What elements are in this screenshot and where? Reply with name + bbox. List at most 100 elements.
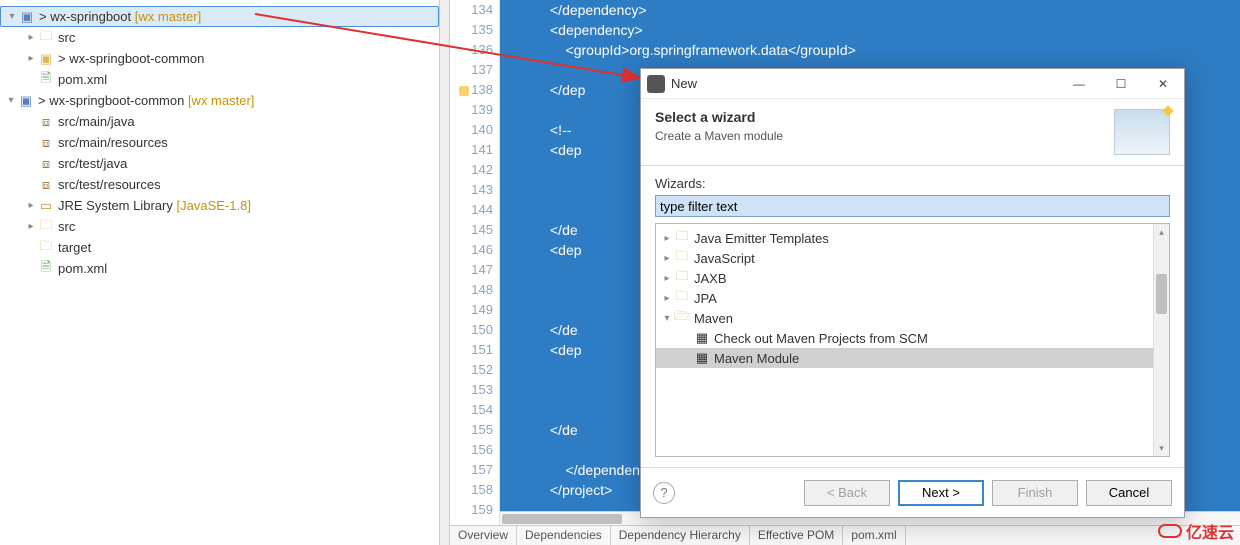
new-wizard-dialog: New — ☐ ✕ Select a wizard Create a Maven… — [640, 68, 1185, 518]
tree-item-label: src — [58, 30, 439, 45]
back-button[interactable]: < Back — [804, 480, 890, 506]
project-label: > wx-springboot-common [wx master] — [38, 93, 439, 108]
folder-icon: 🗀 — [38, 240, 54, 256]
folder-icon: 🗀 — [674, 290, 690, 306]
line-number-gutter: 134 135 136 137 138 139 140 141 142 143 … — [450, 0, 500, 525]
wizard-node-jet[interactable]: ▸🗀 Java Emitter Templates — [656, 228, 1169, 248]
package-icon: ⧈ — [38, 177, 54, 193]
project-node-wx-springboot[interactable]: ▾ ▣ > wx-springboot [wx master] — [0, 6, 439, 27]
scroll-up-icon[interactable]: ▴ — [1154, 224, 1169, 240]
file-pom-xml-1[interactable]: 🗎 pom.xml — [0, 69, 439, 90]
maximize-button[interactable]: ☐ — [1100, 69, 1142, 99]
folder-target[interactable]: 🗀 target — [0, 237, 439, 258]
file-pom-xml-2[interactable]: 🗎 pom.xml — [0, 258, 439, 279]
tab-pom-xml[interactable]: pom.xml — [843, 526, 905, 545]
wizard-node-label: JavaScript — [694, 251, 755, 266]
project-explorer[interactable]: ▾ ▣ > wx-springboot [wx master] ▸ 🗀 src … — [0, 0, 440, 545]
folder-src[interactable]: ▸ 🗀 src — [0, 27, 439, 48]
wizards-label: Wizards: — [655, 176, 1170, 191]
dialog-footer: ? < Back Next > Finish Cancel — [641, 467, 1184, 517]
help-button[interactable]: ? — [653, 482, 675, 504]
folder-icon: 🗀 — [674, 230, 690, 246]
wizard-node-jpa[interactable]: ▸🗀 JPA — [656, 288, 1169, 308]
source-folder-main-resources[interactable]: ⧈ src/main/resources — [0, 132, 439, 153]
cloud-icon — [1158, 524, 1182, 538]
close-button[interactable]: ✕ — [1142, 69, 1184, 99]
dialog-heading: Select a wizard — [655, 109, 1114, 125]
wizard-item-label: Check out Maven Projects from SCM — [714, 331, 928, 346]
chevron-down-icon[interactable]: ▾ — [4, 95, 18, 106]
source-folder-main-java[interactable]: ⧈ src/main/java — [0, 111, 439, 132]
wizard-node-label: JAXB — [694, 271, 727, 286]
project-node-wx-springboot-common[interactable]: ▾ ▣ > wx-springboot-common [wx master] — [0, 90, 439, 111]
chevron-right-icon[interactable]: ▸ — [660, 273, 674, 284]
watermark-text: 亿速云 — [1186, 519, 1234, 543]
tab-effective-pom[interactable]: Effective POM — [750, 526, 843, 545]
library-icon: ▭ — [38, 198, 54, 214]
chevron-right-icon[interactable]: ▸ — [24, 32, 38, 43]
eclipse-icon — [647, 75, 665, 93]
xml-file-icon: 🗎 — [38, 261, 54, 277]
module-icon: ▣ — [38, 51, 54, 67]
module-wx-springboot-common-ref[interactable]: ▸ ▣ > wx-springboot-common — [0, 48, 439, 69]
chevron-right-icon[interactable]: ▸ — [24, 221, 38, 232]
chevron-down-icon[interactable]: ▾ — [5, 11, 19, 22]
wizard-node-label: Java Emitter Templates — [694, 231, 829, 246]
chevron-right-icon[interactable]: ▸ — [660, 253, 674, 264]
project-label: > wx-springboot [wx master] — [39, 9, 438, 24]
chevron-right-icon[interactable]: ▸ — [660, 293, 674, 304]
dialog-titlebar[interactable]: New — ☐ ✕ — [641, 69, 1184, 99]
xml-file-icon: 🗎 — [38, 72, 54, 88]
wizard-node-label: Maven — [694, 311, 733, 326]
jre-system-library[interactable]: ▸ ▭ JRE System Library [JavaSE-1.8] — [0, 195, 439, 216]
wizard-item-maven-scm[interactable]: ▦ Check out Maven Projects from SCM — [656, 328, 1169, 348]
tree-item-label: pom.xml — [58, 261, 439, 276]
warning-marker-icon — [459, 86, 469, 96]
wizard-node-maven[interactable]: ▾🗁 Maven — [656, 308, 1169, 328]
scrollbar-thumb[interactable] — [1156, 274, 1167, 314]
wizard-tree[interactable]: ▸🗀Java Emitter Templates ▸🗀JavaScript ▸🗀… — [655, 223, 1170, 457]
vertical-scrollbar[interactable]: ▴ ▾ — [1153, 224, 1169, 456]
tree-item-label: JRE System Library [JavaSE-1.8] — [58, 198, 439, 213]
wizard-filter-input[interactable] — [655, 195, 1170, 217]
chevron-right-icon[interactable]: ▸ — [24, 53, 38, 64]
dialog-header: Select a wizard Create a Maven module — [641, 99, 1184, 166]
chevron-right-icon[interactable]: ▸ — [24, 200, 38, 211]
project-icon: ▣ — [19, 9, 35, 25]
folder-icon: 🗀 — [674, 270, 690, 286]
next-button[interactable]: Next > — [898, 480, 984, 506]
maven-icon: ▦ — [694, 330, 710, 346]
scroll-down-icon[interactable]: ▾ — [1154, 440, 1169, 456]
editor-bottom-tabs: Overview Dependencies Dependency Hierarc… — [450, 525, 1240, 545]
dialog-description: Create a Maven module — [655, 129, 1114, 143]
source-folder-test-java[interactable]: ⧈ src/test/java — [0, 153, 439, 174]
tree-item-label: src/main/java — [58, 114, 439, 129]
finish-button[interactable]: Finish — [992, 480, 1078, 506]
folder-icon: 🗀 — [674, 250, 690, 266]
wizard-node-jaxb[interactable]: ▸🗀 JAXB — [656, 268, 1169, 288]
package-icon: ⧈ — [38, 156, 54, 172]
wizard-node-label: JPA — [694, 291, 717, 306]
watermark-logo: 亿速云 — [1158, 519, 1234, 543]
wizard-node-javascript[interactable]: ▸🗀 JavaScript — [656, 248, 1169, 268]
package-icon: ⧈ — [38, 114, 54, 130]
folder-src-2[interactable]: ▸ 🗀 src — [0, 216, 439, 237]
maven-icon: ▦ — [694, 350, 710, 366]
chevron-right-icon[interactable]: ▸ — [660, 233, 674, 244]
folder-icon: 🗀 — [38, 30, 54, 46]
tree-item-label: src/test/resources — [58, 177, 439, 192]
project-icon: ▣ — [18, 93, 34, 109]
panel-divider[interactable] — [440, 0, 450, 545]
tab-dependencies[interactable]: Dependencies — [517, 526, 611, 545]
wizard-item-maven-module[interactable]: ▦Maven Module — [656, 348, 1169, 368]
folder-open-icon: 🗁 — [674, 310, 690, 326]
tab-overview[interactable]: Overview — [450, 526, 517, 545]
tab-dependency-hierarchy[interactable]: Dependency Hierarchy — [611, 526, 750, 545]
source-folder-test-resources[interactable]: ⧈ src/test/resources — [0, 174, 439, 195]
scrollbar-thumb[interactable] — [502, 514, 622, 524]
cancel-button[interactable]: Cancel — [1086, 480, 1172, 506]
dialog-title: New — [671, 76, 1058, 91]
chevron-down-icon[interactable]: ▾ — [660, 313, 674, 324]
minimize-button[interactable]: — — [1058, 69, 1100, 99]
tree-item-label: src/test/java — [58, 156, 439, 171]
